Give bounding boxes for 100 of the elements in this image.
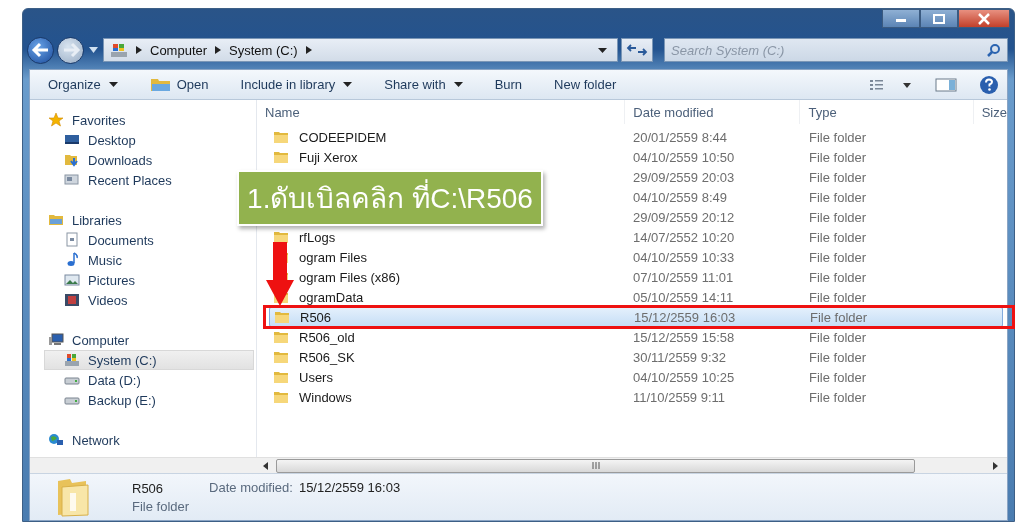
back-button[interactable] [27, 36, 54, 64]
folder-icon [273, 370, 289, 384]
date-modified: 04/10/2559 10:25 [632, 369, 736, 385]
file-name: ogram Files [299, 249, 367, 265]
chevron-icon[interactable] [215, 46, 222, 54]
file-name: ogramData [299, 289, 364, 305]
view-options-button[interactable] [869, 78, 913, 91]
nav-item[interactable]: Favorites [30, 110, 130, 130]
date-modified: 07/10/2559 11:01 [632, 269, 735, 285]
toolbar-button[interactable]: New folder [548, 74, 623, 95]
close-button[interactable] [958, 9, 1010, 28]
document-icon [64, 232, 80, 248]
column-header[interactable]: Name [257, 100, 626, 124]
folder-icon [274, 310, 290, 324]
nav-item[interactable]: Network [30, 430, 124, 450]
folder-icon [273, 230, 289, 244]
file-name: rfLogs [299, 229, 336, 245]
file-name: Fuji Xerox [299, 149, 358, 165]
chevron-icon[interactable] [136, 46, 142, 54]
nav-item[interactable]: System (C:) [44, 350, 254, 370]
column-header[interactable]: Type [800, 100, 974, 124]
selected-row[interactable]: R506 15/12/2559 16:03 File folder [269, 307, 1003, 327]
toolbar-button[interactable]: Include in library [234, 74, 359, 95]
pane-icon [935, 77, 957, 92]
music-note-icon [64, 252, 80, 268]
star-icon [48, 112, 64, 128]
file-type: File folder [808, 289, 868, 305]
file-name: R506 [300, 309, 332, 325]
scroll-left-icon[interactable] [262, 461, 270, 470]
scroll-thumb[interactable] [276, 458, 915, 473]
file-type: File folder [808, 349, 868, 365]
column-header[interactable]: Size [973, 100, 1007, 124]
breadcrumb-item[interactable]: System (C:) [229, 42, 298, 58]
nav-item[interactable]: Pictures [30, 270, 139, 290]
file-name: R506_old [299, 329, 355, 345]
file-name: Users [299, 369, 333, 385]
library-icon [48, 212, 64, 228]
date-modified: 30/11/2559 9:32 [632, 349, 727, 365]
annotation-arrow [266, 242, 294, 306]
forward-button[interactable] [57, 36, 84, 64]
nav-item[interactable]: Videos [30, 290, 132, 310]
file-type: File folder [808, 229, 868, 245]
scroll-right-icon[interactable] [991, 461, 999, 470]
date-modified: 11/10/2559 9:11 [632, 389, 727, 405]
date-modified: 15/12/2559 15:58 [632, 329, 736, 345]
file-type: File folder [809, 309, 869, 325]
nav-item[interactable]: Music [30, 250, 126, 270]
close-icon [977, 12, 991, 25]
file-name: ogram Files (x86) [299, 269, 401, 285]
toolbar-button[interactable]: Organize [42, 74, 124, 95]
toolbar-button[interactable]: Share with [378, 74, 469, 95]
film-icon [64, 292, 80, 308]
maximize-icon [932, 13, 946, 24]
horizontal-scrollbar[interactable] [30, 457, 1007, 473]
minimize-button[interactable] [882, 9, 920, 28]
field-label: Date modified: [209, 480, 293, 495]
date-modified: 14/07/2552 10:20 [632, 229, 736, 245]
dropdown-caret-icon[interactable] [598, 47, 607, 53]
date-modified: 04/10/2559 8:49 [632, 189, 728, 205]
drive-icon [64, 352, 80, 368]
nav-item[interactable]: Libraries [30, 210, 126, 230]
nav-item[interactable]: Computer [30, 330, 134, 350]
file-type: File folder [808, 189, 868, 205]
nav-item[interactable]: Backup (E:) [30, 390, 160, 410]
breadcrumb-item[interactable]: Computer [150, 42, 208, 58]
maximize-button[interactable] [920, 9, 958, 28]
computer-icon [110, 42, 128, 58]
nav-item[interactable]: Downloads [30, 150, 157, 170]
nav-item[interactable]: Data (D:) [30, 370, 145, 390]
file-type: File folder [808, 149, 868, 165]
date-modified: 05/10/2559 14:11 [632, 289, 735, 305]
folder-icon [273, 350, 289, 364]
recent-places-icon [64, 172, 80, 188]
file-name: Windows [299, 389, 352, 405]
help-button[interactable] [979, 74, 999, 95]
toolbar-button[interactable]: Open [143, 74, 215, 95]
nav-item[interactable]: Desktop [30, 130, 140, 150]
date-modified: 20/01/2559 8:44 [632, 129, 728, 145]
file-name: R506_SK [299, 349, 355, 365]
folder-icon [273, 390, 289, 404]
address-bar[interactable]: Computer System (C:) [103, 38, 618, 62]
file-type: File folder [808, 209, 868, 225]
file-type: File folder [808, 129, 868, 145]
caret-icon [108, 82, 118, 87]
search-field[interactable]: Search System (C:) [664, 38, 1008, 62]
refresh-icon [626, 43, 648, 57]
toolbar-button[interactable]: Burn [488, 74, 529, 95]
date-modified: 04/10/2559 10:33 [632, 249, 736, 265]
file-type: File folder [808, 329, 868, 345]
caret-icon[interactable] [89, 47, 98, 53]
column-header[interactable]: Date modified [625, 100, 801, 124]
help-icon [979, 74, 999, 95]
folder-icon [273, 330, 289, 344]
folder-icon [273, 150, 289, 164]
chevron-icon[interactable] [305, 46, 312, 54]
callout-label: 1.ดับเบิลคลิก ที่C:\R506 [237, 170, 543, 226]
refresh-button[interactable] [621, 38, 653, 62]
file-type: File folder [808, 389, 868, 405]
nav-item[interactable]: Documents [30, 230, 158, 250]
nav-item[interactable]: Recent Places [30, 170, 176, 190]
